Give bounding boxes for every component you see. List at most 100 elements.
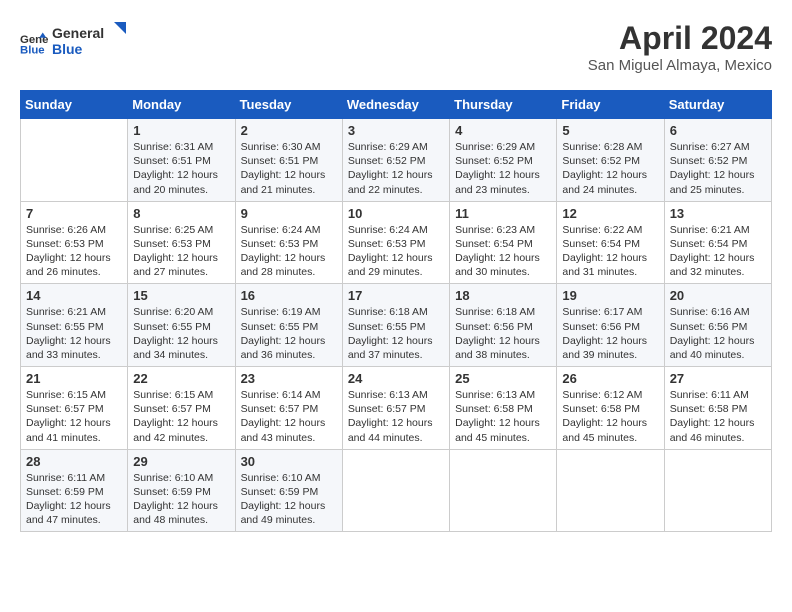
day-info: Sunrise: 6:18 AMSunset: 6:55 PMDaylight:… <box>348 305 444 362</box>
calendar-cell: 9 Sunrise: 6:24 AMSunset: 6:53 PMDaylight… <box>235 201 342 284</box>
day-info: Sunrise: 6:24 AMSunset: 6:53 PMDaylight:… <box>348 223 444 280</box>
day-number: 19 <box>562 288 658 303</box>
calendar-cell: 10 Sunrise: 6:24 AMSunset: 6:53 PMDayligh… <box>342 201 449 284</box>
calendar-cell: 4 Sunrise: 6:29 AMSunset: 6:52 PMDaylight… <box>450 119 557 202</box>
calendar-cell: 1Sunrise: 6:31 AMSunset: 6:51 PMDaylight… <box>128 119 235 202</box>
logo-icon: General Blue <box>20 29 48 57</box>
day-info: Sunrise: 6:15 AMSunset: 6:57 PMDaylight:… <box>26 388 122 445</box>
calendar-cell: 22 Sunrise: 6:15 AMSunset: 6:57 PMDayligh… <box>128 367 235 450</box>
calendar-cell: 5Sunrise: 6:28 AMSunset: 6:52 PMDaylight… <box>557 119 664 202</box>
weekday-header-cell: Sunday <box>21 91 128 119</box>
day-info: Sunrise: 6:17 AMSunset: 6:56 PMDaylight:… <box>562 305 658 362</box>
day-number: 2 <box>241 123 337 138</box>
day-info: Sunrise: 6:13 AMSunset: 6:58 PMDaylight:… <box>455 388 551 445</box>
day-info: Sunrise: 6:14 AMSunset: 6:57 PMDaylight:… <box>241 388 337 445</box>
calendar-cell: 15Sunrise: 6:20 AMSunset: 6:55 PMDayligh… <box>128 284 235 367</box>
day-number: 26 <box>562 371 658 386</box>
day-number: 13 <box>670 206 766 221</box>
logo-text: General Blue <box>52 20 132 65</box>
calendar-cell: 17 Sunrise: 6:18 AMSunset: 6:55 PMDayligh… <box>342 284 449 367</box>
day-info: Sunrise: 6:21 AMSunset: 6:54 PMDaylight:… <box>670 223 766 280</box>
calendar-cell: 14 Sunrise: 6:21 AMSunset: 6:55 PMDayligh… <box>21 284 128 367</box>
calendar-cell <box>664 449 771 532</box>
svg-text:General: General <box>52 25 104 41</box>
day-number: 12 <box>562 206 658 221</box>
day-info: Sunrise: 6:30 AMSunset: 6:51 PMDaylight:… <box>241 140 337 197</box>
day-number: 24 <box>348 371 444 386</box>
day-number: 9 <box>241 206 337 221</box>
day-number: 22 <box>133 371 229 386</box>
day-info: Sunrise: 6:11 AMSunset: 6:58 PMDaylight:… <box>670 388 766 445</box>
svg-text:Blue: Blue <box>52 41 83 57</box>
day-info: Sunrise: 6:31 AMSunset: 6:51 PMDaylight:… <box>133 140 229 197</box>
calendar-cell: 24 Sunrise: 6:13 AMSunset: 6:57 PMDayligh… <box>342 367 449 450</box>
day-info: Sunrise: 6:15 AMSunset: 6:57 PMDaylight:… <box>133 388 229 445</box>
month-title: April 2024 <box>588 20 772 57</box>
day-number: 3 <box>348 123 444 138</box>
day-number: 4 <box>455 123 551 138</box>
calendar-week-row: 1Sunrise: 6:31 AMSunset: 6:51 PMDaylight… <box>21 119 772 202</box>
calendar-cell: 21 Sunrise: 6:15 AMSunset: 6:57 PMDayligh… <box>21 367 128 450</box>
logo: General Blue General Blue <box>20 20 132 65</box>
calendar-cell: 20Sunrise: 6:16 AMSunset: 6:56 PMDayligh… <box>664 284 771 367</box>
day-number: 14 <box>26 288 122 303</box>
calendar-week-row: 28Sunrise: 6:11 AMSunset: 6:59 PMDayligh… <box>21 449 772 532</box>
day-info: Sunrise: 6:26 AMSunset: 6:53 PMDaylight:… <box>26 223 122 280</box>
calendar-cell <box>450 449 557 532</box>
day-info: Sunrise: 6:28 AMSunset: 6:52 PMDaylight:… <box>562 140 658 197</box>
day-number: 11 <box>455 206 551 221</box>
day-info: Sunrise: 6:25 AMSunset: 6:53 PMDaylight:… <box>133 223 229 280</box>
day-info: Sunrise: 6:24 AMSunset: 6:53 PMDaylight:… <box>241 223 337 280</box>
day-info: Sunrise: 6:12 AMSunset: 6:58 PMDaylight:… <box>562 388 658 445</box>
calendar-cell: 7Sunrise: 6:26 AMSunset: 6:53 PMDaylight… <box>21 201 128 284</box>
day-number: 29 <box>133 454 229 469</box>
weekday-header-cell: Wednesday <box>342 91 449 119</box>
day-info: Sunrise: 6:10 AMSunset: 6:59 PMDaylight:… <box>133 471 229 528</box>
day-info: Sunrise: 6:29 AMSunset: 6:52 PMDaylight:… <box>455 140 551 197</box>
day-number: 30 <box>241 454 337 469</box>
calendar-week-row: 21 Sunrise: 6:15 AMSunset: 6:57 PMDayligh… <box>21 367 772 450</box>
calendar-cell <box>342 449 449 532</box>
calendar-cell: 8 Sunrise: 6:25 AMSunset: 6:53 PMDaylight… <box>128 201 235 284</box>
calendar-cell: 18Sunrise: 6:18 AMSunset: 6:56 PMDayligh… <box>450 284 557 367</box>
calendar-cell: 2 Sunrise: 6:30 AMSunset: 6:51 PMDaylight… <box>235 119 342 202</box>
day-number: 20 <box>670 288 766 303</box>
weekday-header-cell: Tuesday <box>235 91 342 119</box>
calendar-cell: 12 Sunrise: 6:22 AMSunset: 6:54 PMDayligh… <box>557 201 664 284</box>
day-number: 27 <box>670 371 766 386</box>
weekday-header-cell: Monday <box>128 91 235 119</box>
calendar-cell: 30 Sunrise: 6:10 AMSunset: 6:59 PMDayligh… <box>235 449 342 532</box>
day-info: Sunrise: 6:21 AMSunset: 6:55 PMDaylight:… <box>26 305 122 362</box>
day-info: Sunrise: 6:23 AMSunset: 6:54 PMDaylight:… <box>455 223 551 280</box>
calendar-cell: 28Sunrise: 6:11 AMSunset: 6:59 PMDayligh… <box>21 449 128 532</box>
calendar-week-row: 7Sunrise: 6:26 AMSunset: 6:53 PMDaylight… <box>21 201 772 284</box>
calendar-cell: 13 Sunrise: 6:21 AMSunset: 6:54 PMDayligh… <box>664 201 771 284</box>
calendar-cell: 19 Sunrise: 6:17 AMSunset: 6:56 PMDayligh… <box>557 284 664 367</box>
svg-text:Blue: Blue <box>20 44 45 56</box>
day-number: 17 <box>348 288 444 303</box>
day-number: 10 <box>348 206 444 221</box>
day-number: 23 <box>241 371 337 386</box>
day-info: Sunrise: 6:19 AMSunset: 6:55 PMDaylight:… <box>241 305 337 362</box>
day-info: Sunrise: 6:13 AMSunset: 6:57 PMDaylight:… <box>348 388 444 445</box>
day-number: 21 <box>26 371 122 386</box>
calendar-cell: 6Sunrise: 6:27 AMSunset: 6:52 PMDaylight… <box>664 119 771 202</box>
day-info: Sunrise: 6:22 AMSunset: 6:54 PMDaylight:… <box>562 223 658 280</box>
weekday-header-cell: Saturday <box>664 91 771 119</box>
day-info: Sunrise: 6:10 AMSunset: 6:59 PMDaylight:… <box>241 471 337 528</box>
weekday-header-cell: Thursday <box>450 91 557 119</box>
calendar-cell: 3Sunrise: 6:29 AMSunset: 6:52 PMDaylight… <box>342 119 449 202</box>
day-number: 16 <box>241 288 337 303</box>
day-number: 18 <box>455 288 551 303</box>
day-number: 6 <box>670 123 766 138</box>
weekday-header-cell: Friday <box>557 91 664 119</box>
calendar-cell <box>557 449 664 532</box>
day-number: 8 <box>133 206 229 221</box>
calendar-cell: 27 Sunrise: 6:11 AMSunset: 6:58 PMDayligh… <box>664 367 771 450</box>
calendar-body: 1Sunrise: 6:31 AMSunset: 6:51 PMDaylight… <box>21 119 772 532</box>
calendar-cell: 16 Sunrise: 6:19 AMSunset: 6:55 PMDayligh… <box>235 284 342 367</box>
weekday-header-row: SundayMondayTuesdayWednesdayThursdayFrid… <box>21 91 772 119</box>
day-info: Sunrise: 6:11 AMSunset: 6:59 PMDaylight:… <box>26 471 122 528</box>
header: General Blue General Blue April 2024 San… <box>20 20 772 74</box>
title-area: April 2024 San Miguel Almaya, Mexico <box>588 20 772 74</box>
